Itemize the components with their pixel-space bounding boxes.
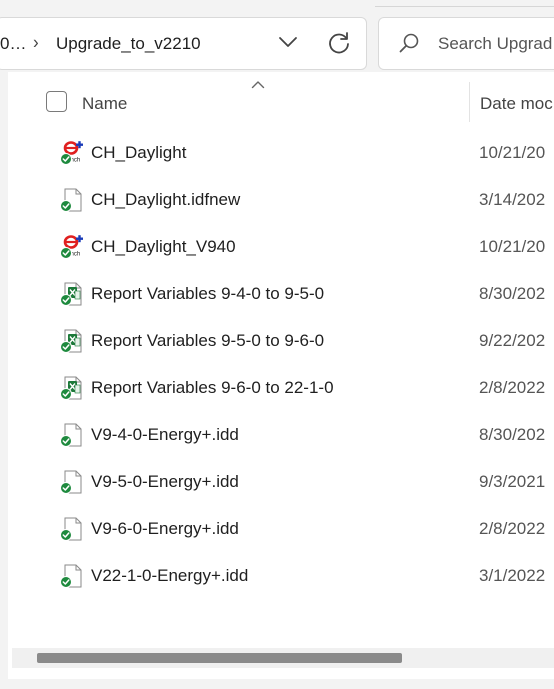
energyplus-input-icon: nch	[60, 141, 83, 165]
file-date-modified: 10/21/20	[479, 143, 546, 162]
file-row[interactable]: nch CH_Daylight_V940 10/21/20	[8, 224, 554, 271]
breadcrumb-parent[interactable]: 0…	[0, 34, 26, 54]
generic-file-icon	[60, 423, 82, 447]
horizontal-scrollbar-thumb[interactable]	[37, 653, 402, 663]
file-name[interactable]: V9-6-0-Energy+.idd	[91, 519, 239, 539]
file-date-modified: 2/8/2022	[479, 378, 546, 397]
chevron-down-icon[interactable]	[276, 32, 300, 52]
file-date-modified: 10/21/20	[479, 237, 546, 256]
generic-file-icon	[60, 470, 82, 494]
file-row[interactable]: Report Variables 9-6-0 to 22-1-0 2/8/2022	[8, 365, 554, 412]
window-bottom-strip	[0, 679, 554, 689]
window-top-strip	[0, 0, 554, 8]
select-all-checkbox[interactable]	[46, 91, 67, 112]
file-date-modified: 9/22/202	[479, 331, 546, 350]
spreadsheet-file-icon	[60, 376, 82, 400]
file-row[interactable]: nch CH_Daylight 10/21/20	[8, 130, 554, 177]
file-date-modified: 8/30/202	[479, 284, 546, 303]
sort-ascending-icon[interactable]	[251, 80, 265, 89]
file-row[interactable]: V9-5-0-Energy+.idd 9/3/2021	[8, 459, 554, 506]
spreadsheet-file-icon	[60, 329, 82, 353]
file-name[interactable]: V22-1-0-Energy+.idd	[91, 566, 248, 586]
energyplus-input-icon: nch	[60, 235, 83, 259]
breadcrumb-current[interactable]: Upgrade_to_v2210	[56, 34, 201, 54]
file-row[interactable]: Report Variables 9-5-0 to 9-6-0 9/22/202	[8, 318, 554, 365]
generic-file-icon	[60, 188, 82, 212]
search-icon	[399, 33, 419, 53]
file-date-modified: 8/30/202	[479, 425, 546, 444]
file-date-modified: 2/8/2022	[479, 519, 546, 538]
file-name[interactable]: CH_Daylight_V940	[91, 237, 236, 257]
file-name[interactable]: Report Variables 9-5-0 to 9-6-0	[91, 331, 324, 351]
file-name[interactable]: V9-4-0-Energy+.idd	[91, 425, 239, 445]
file-name[interactable]: V9-5-0-Energy+.idd	[91, 472, 239, 492]
file-name[interactable]: CH_Daylight	[91, 143, 186, 163]
file-date-modified: 9/3/2021	[479, 472, 546, 491]
generic-file-icon	[60, 517, 82, 541]
file-name[interactable]: Report Variables 9-4-0 to 9-5-0	[91, 284, 324, 304]
file-row[interactable]: V22-1-0-Energy+.idd 3/1/2022	[8, 553, 554, 600]
generic-file-icon	[60, 564, 82, 588]
column-header-date-modified[interactable]: Date moc	[480, 94, 553, 114]
file-name[interactable]: Report Variables 9-6-0 to 22-1-0	[91, 378, 334, 398]
file-row[interactable]: V9-6-0-Energy+.idd 2/8/2022	[8, 506, 554, 553]
file-row[interactable]: CH_Daylight.idfnew 3/14/202	[8, 177, 554, 224]
breadcrumb-separator-icon[interactable]: ›	[33, 32, 39, 54]
file-date-modified: 3/1/2022	[479, 566, 546, 585]
file-row[interactable]: V9-4-0-Energy+.idd 8/30/202	[8, 412, 554, 459]
column-divider[interactable]	[469, 82, 470, 122]
search-input[interactable]	[438, 32, 554, 56]
file-name[interactable]: CH_Daylight.idfnew	[91, 190, 240, 210]
file-row[interactable]: Report Variables 9-4-0 to 9-5-0 8/30/202	[8, 271, 554, 318]
navigation-pane-edge	[0, 72, 8, 689]
file-date-modified: 3/14/202	[479, 190, 546, 209]
spreadsheet-file-icon	[60, 282, 82, 306]
top-divider	[375, 6, 554, 7]
refresh-icon[interactable]	[326, 30, 352, 56]
column-header-name[interactable]: Name	[82, 94, 127, 114]
